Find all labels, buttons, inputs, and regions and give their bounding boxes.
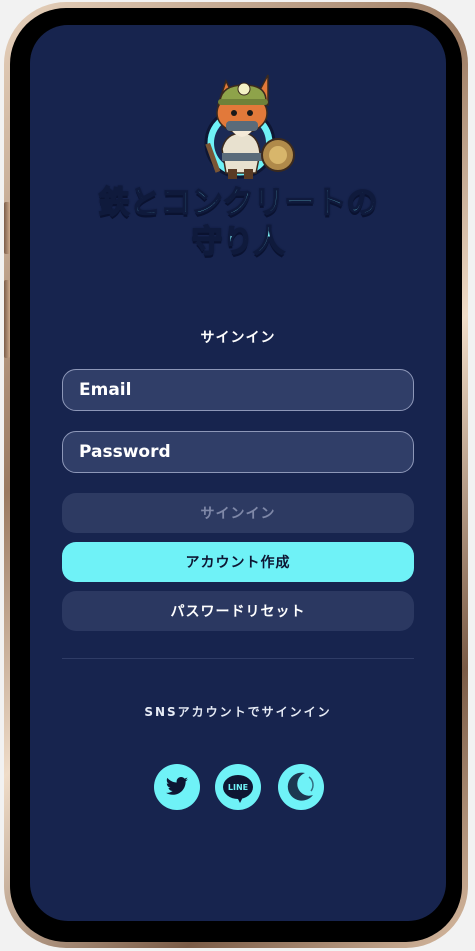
signin-heading: サインイン: [200, 330, 276, 346]
email-input[interactable]: [77, 369, 399, 411]
fox-miner-mascot-icon: [204, 74, 295, 179]
twitter-bird-icon: [165, 777, 188, 795]
app-screen: 鉄とコンクリートの 守り人 サインイン サインイン アカウント作成 パスワードリ…: [30, 25, 446, 921]
signin-button[interactable]: サインイン: [62, 493, 414, 533]
password-input[interactable]: [77, 431, 399, 473]
password-reset-button[interactable]: パスワードリセット: [62, 591, 414, 631]
email-field[interactable]: [62, 369, 414, 411]
divider: [62, 658, 414, 659]
game-title-line-2: 守り人: [191, 223, 286, 261]
line-signin-button[interactable]: LINE: [215, 764, 261, 810]
crescent-signin-button[interactable]: [278, 764, 324, 810]
line-icon: LINE: [223, 775, 253, 803]
twitter-signin-button[interactable]: [154, 764, 200, 810]
create-account-button[interactable]: アカウント作成: [62, 542, 414, 582]
crescent-logo-icon: [284, 770, 318, 804]
password-field[interactable]: [62, 431, 414, 473]
sns-signin-heading: SNSアカウントでサインイン: [144, 705, 332, 719]
